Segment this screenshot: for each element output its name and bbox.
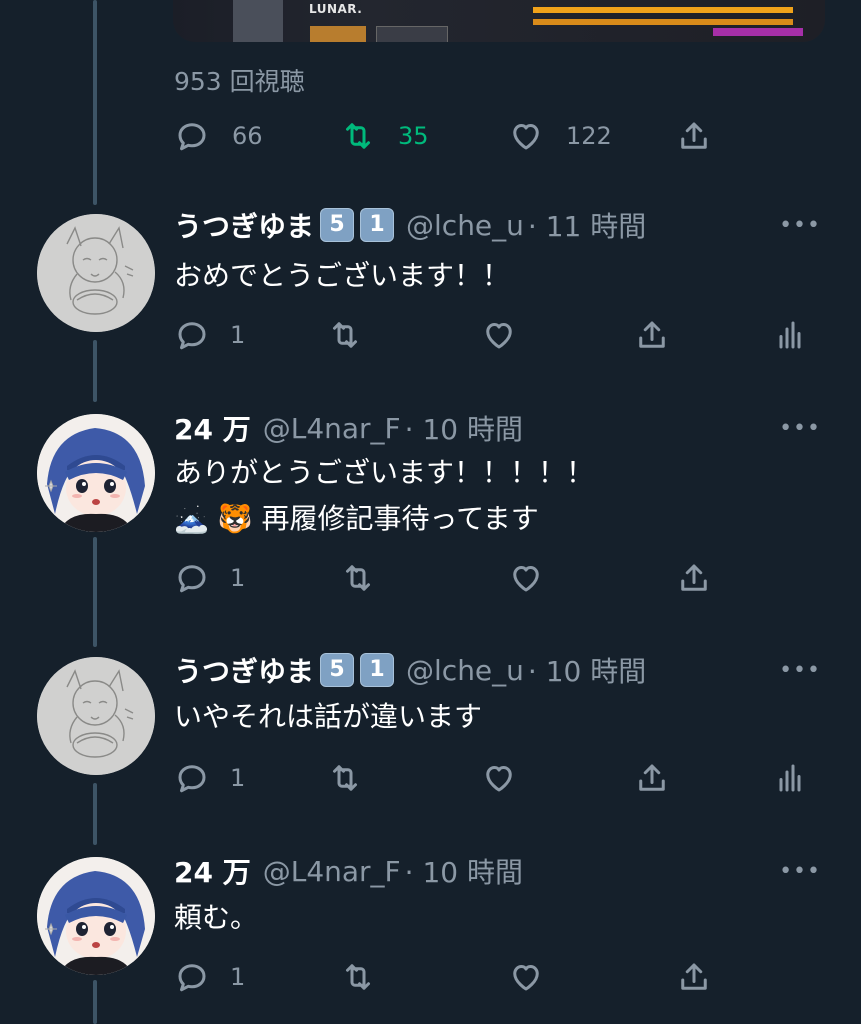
display-name[interactable]: うつぎゆま [174,650,314,690]
retweet-icon [346,565,370,591]
reply-icon [178,123,206,151]
heart-icon [486,766,512,792]
tweet-header: うつぎゆま 5 1 @lche_u · 10 時間 [174,650,646,690]
like-button[interactable] [508,955,544,999]
tweet-text: 頼む。 [174,901,259,934]
tweet-header: 24 万 @L4nar_F · 10 時間 [174,408,523,448]
share-icon [639,764,665,791]
more-options-icon[interactable]: ••• [779,213,821,238]
reply-icon [178,964,206,992]
reply-count: 1 [230,963,246,991]
keycap-badge: 5 [320,208,355,242]
anime-avatar-icon [37,414,155,532]
retweet-icon [346,964,370,990]
like-button[interactable] [481,313,517,357]
reply-count: 66 [232,122,263,150]
tweet-text: 🗻 🐯 再履修記事待ってます [174,502,539,535]
share-button[interactable] [676,114,712,158]
analytics-button[interactable] [772,756,808,800]
view-count: 953 回視聴 [174,67,305,96]
reply-count: 1 [230,764,246,792]
video-media[interactable]: LUNAR. ◸ [173,0,825,42]
tweet-actions: 1 [0,756,861,800]
analytics-icon [779,764,801,792]
retweet-count: 35 [398,122,429,150]
timestamp[interactable]: · 10 時間 [405,851,523,891]
tweet-actions: 1 [0,556,861,600]
like-button[interactable]: 122 [508,114,612,158]
tweet-header: うつぎゆま 5 1 @lche_u · 11 時間 [174,205,646,245]
media-thumbnail-block [310,26,366,42]
timestamp[interactable]: · 10 時間 [528,650,646,690]
share-button[interactable] [676,955,712,999]
like-button[interactable] [508,556,544,600]
reply-button[interactable]: 1 [174,556,245,600]
timestamp[interactable]: · 11 時間 [528,205,646,245]
retweet-button[interactable] [340,556,376,600]
share-icon [681,963,707,990]
tweet-actions: 1 [0,313,861,357]
media-thumbnail-bar [533,19,793,25]
retweet-icon [333,322,357,348]
more-options-icon[interactable]: ••• [779,416,821,441]
thread-line [93,0,97,205]
keycap-badge: 1 [360,653,395,687]
reply-button[interactable]: 1 [174,955,245,999]
share-button[interactable] [634,313,670,357]
heart-icon [513,566,539,592]
retweet-icon [333,765,357,791]
heart-icon [486,323,512,349]
reply-count: 1 [230,321,246,349]
reply-button[interactable]: 66 [174,114,263,158]
share-icon [639,321,665,348]
more-options-icon[interactable]: ••• [779,859,821,884]
user-handle[interactable]: @lche_u [406,209,524,242]
tweet-text: いやそれは話が違います [174,700,483,733]
media-thumbnail-block [376,26,448,42]
like-button[interactable] [481,756,517,800]
heart-icon [513,124,539,150]
retweet-icon [346,123,370,149]
tweet-text: ありがとうございます！！！！！ [174,456,595,489]
timestamp[interactable]: · 10 時間 [405,408,523,448]
reply-icon [178,565,206,593]
fullscreen-icon[interactable]: ◸ [771,0,793,4]
analytics-icon [779,321,801,349]
share-button[interactable] [634,756,670,800]
media-label: LUNAR. [309,2,363,16]
display-name[interactable]: 24 万 [174,408,251,448]
retweet-button[interactable]: 35 [340,114,429,158]
media-thumbnail-bar [713,28,803,36]
user-handle[interactable]: @lche_u [406,654,524,687]
user-handle[interactable]: @L4nar_F [263,412,401,445]
reply-icon [178,765,206,793]
reply-count: 1 [230,564,246,592]
tweet-text: おめでとうございます！！ [174,259,511,292]
display-name[interactable]: 24 万 [174,851,251,891]
retweet-button[interactable] [327,313,363,357]
retweet-button[interactable] [327,756,363,800]
keycap-badge: 1 [360,208,395,242]
more-options-icon[interactable]: ••• [779,658,821,683]
main-tweet-actions: 66 35 122 [0,114,861,158]
media-thumbnail-figure [233,0,283,42]
reply-button[interactable]: 1 [174,313,245,357]
share-icon [681,564,707,591]
retweet-button[interactable] [340,955,376,999]
reply-button[interactable]: 1 [174,756,245,800]
display-name[interactable]: うつぎゆま [174,205,314,245]
tweet-actions: 1 [0,955,861,999]
keycap-badge: 5 [320,653,355,687]
share-button[interactable] [676,556,712,600]
tweet-header: 24 万 @L4nar_F · 10 時間 [174,851,523,891]
share-icon [681,122,707,149]
avatar[interactable] [37,414,155,532]
like-count: 122 [566,122,612,150]
analytics-button[interactable] [772,313,808,357]
user-handle[interactable]: @L4nar_F [263,855,401,888]
reply-icon [178,322,206,350]
media-thumbnail-bar [533,7,793,13]
heart-icon [513,965,539,991]
